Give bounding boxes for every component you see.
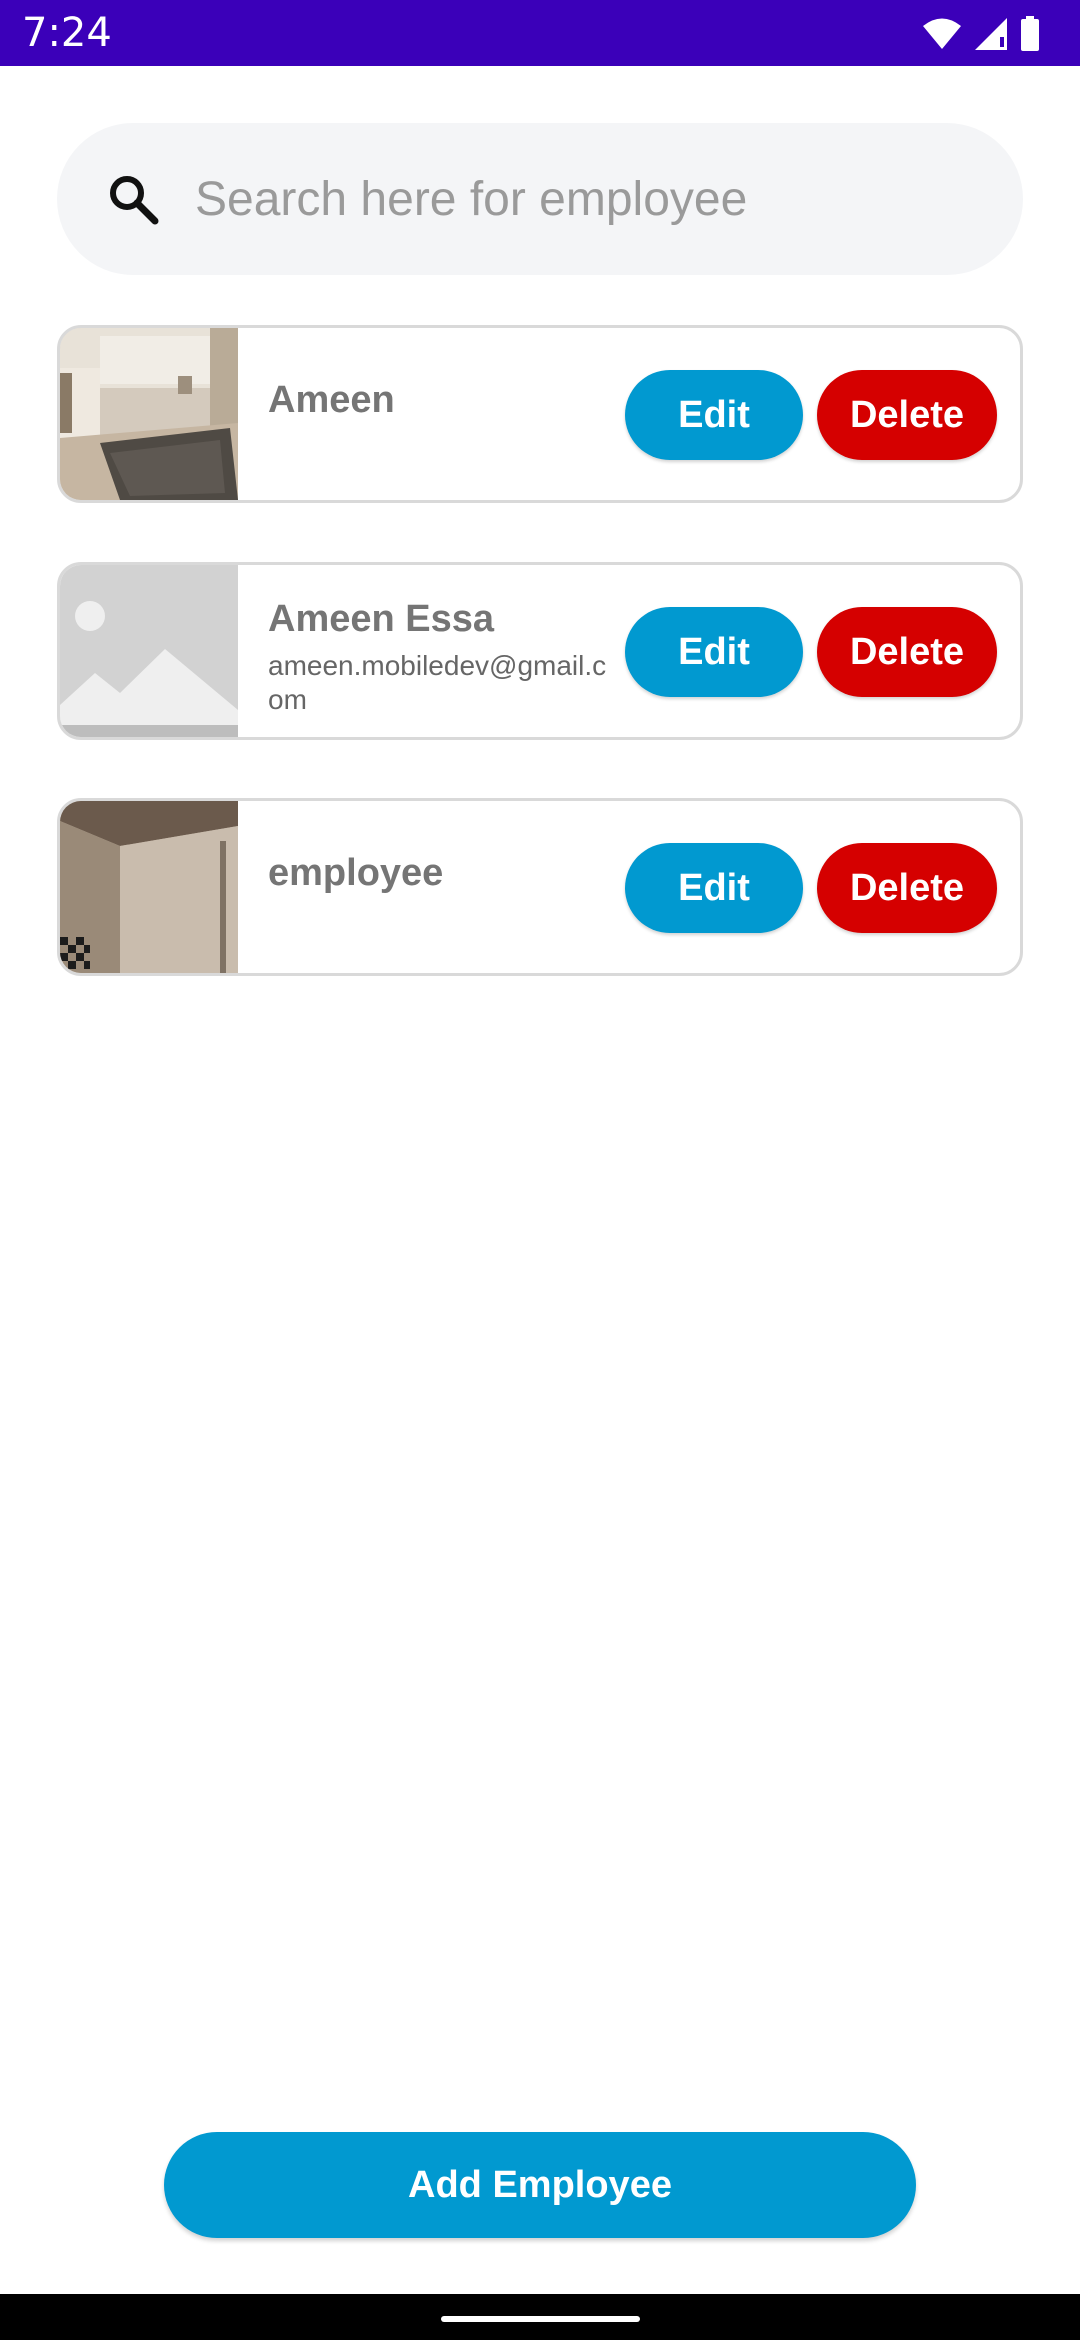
- wifi-icon: [923, 18, 961, 49]
- living-room-photo: [60, 328, 238, 500]
- status-time: 7:24: [22, 10, 112, 56]
- search-bar[interactable]: [57, 123, 1023, 275]
- status-bar: 7:24: [0, 0, 1080, 66]
- employee-photo: [60, 801, 238, 973]
- delete-button[interactable]: Delete: [817, 370, 997, 460]
- battery-icon: [1021, 16, 1039, 51]
- employee-card: Ameen Edit Delete: [57, 325, 1023, 503]
- edit-button[interactable]: Edit: [625, 843, 803, 933]
- search-icon[interactable]: [105, 171, 161, 227]
- delete-button[interactable]: Delete: [817, 843, 997, 933]
- cell-signal-icon: [975, 18, 1007, 50]
- home-gesture-handle[interactable]: [441, 2316, 640, 2322]
- employee-photo: [60, 328, 238, 500]
- status-icons: [922, 14, 1040, 54]
- employee-name: Ameen Essa: [268, 598, 495, 640]
- edit-button[interactable]: Edit: [625, 607, 803, 697]
- add-employee-button[interactable]: Add Employee: [164, 2132, 916, 2238]
- employee-email: ameen.mobiledev@gmail.com: [268, 650, 607, 715]
- delete-button[interactable]: Delete: [817, 607, 997, 697]
- employee-card: employee Edit Delete: [57, 798, 1023, 976]
- edit-button[interactable]: Edit: [625, 370, 803, 460]
- employee-name: employee: [268, 852, 444, 894]
- employee-photo: [60, 565, 238, 737]
- room-corner-photo: [60, 801, 238, 973]
- employee-name: Ameen: [268, 379, 395, 421]
- search-input[interactable]: [195, 163, 995, 235]
- image-placeholder-icon: [60, 565, 238, 737]
- employee-card: Ameen Essa ameen.mobiledev@gmail.com Edi…: [57, 562, 1023, 740]
